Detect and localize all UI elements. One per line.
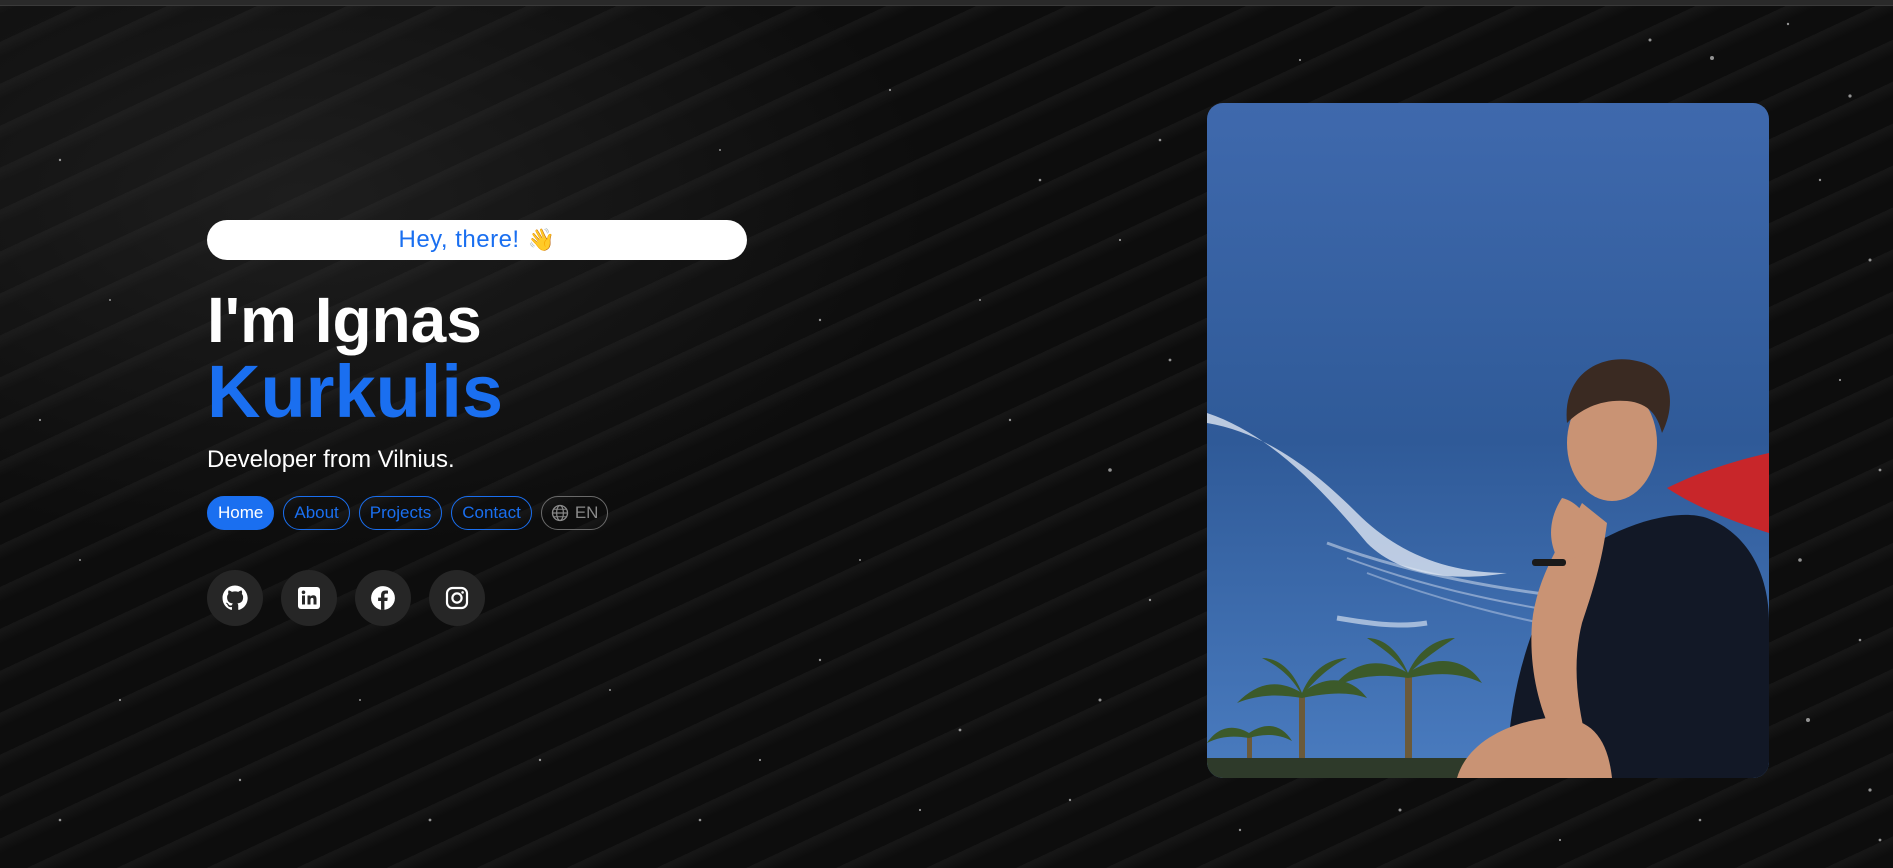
language-label: EN <box>574 503 599 522</box>
facebook-icon <box>371 586 395 610</box>
portrait-photo <box>1207 103 1769 778</box>
nav-home[interactable]: Home <box>207 496 275 530</box>
language-switcher[interactable]: EN <box>540 496 609 530</box>
hero-section: Hey, there! 👋 I'm Ignas Kurkulis Develop… <box>207 220 747 626</box>
social-links <box>207 570 747 626</box>
facebook-link[interactable] <box>355 570 411 626</box>
name-surname: Kurkulis <box>207 350 504 433</box>
nav-contact[interactable]: Contact <box>451 496 532 530</box>
instagram-icon <box>445 586 469 610</box>
subtitle: Developer from Vilnius. <box>207 446 455 473</box>
nav-about[interactable]: About <box>283 496 350 530</box>
linkedin-link[interactable] <box>281 570 337 626</box>
name-first-line: I'm Ignas <box>207 284 482 356</box>
nav-bar: Home About Projects Contact EN <box>207 496 747 530</box>
linkedin-icon <box>298 587 320 609</box>
greeting-pill: Hey, there! 👋 <box>207 220 747 260</box>
globe-icon <box>551 504 568 522</box>
page: Hey, there! 👋 I'm Ignas Kurkulis Develop… <box>0 0 1893 868</box>
greeting-text: Hey, there! <box>398 226 520 253</box>
nav-projects[interactable]: Projects <box>358 496 443 530</box>
portrait-illustration <box>1207 103 1769 778</box>
github-link[interactable] <box>207 570 263 626</box>
instagram-link[interactable] <box>429 570 485 626</box>
waving-hand-emoji: 👋 <box>527 227 556 252</box>
github-icon <box>222 585 248 610</box>
